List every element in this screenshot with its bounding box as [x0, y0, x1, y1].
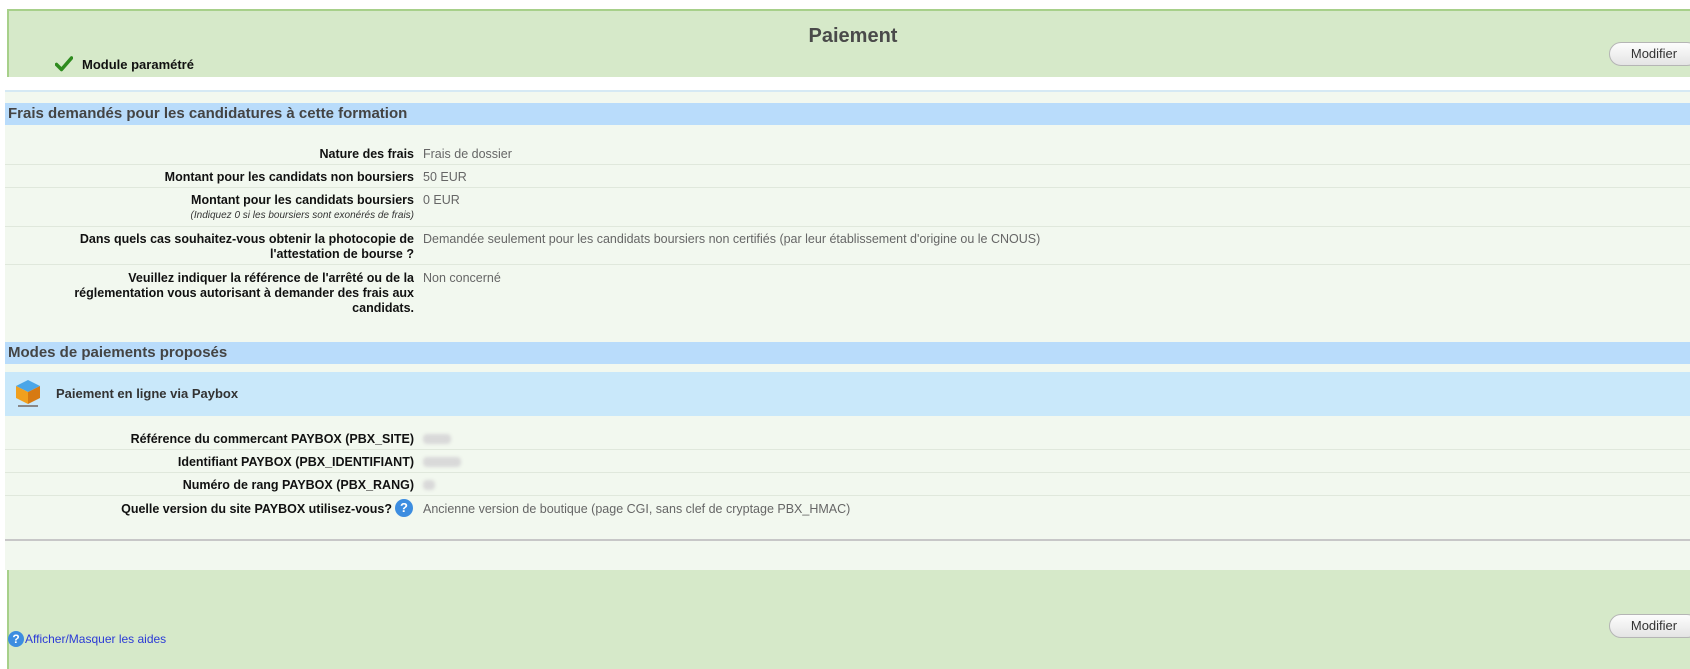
paybox-label: Quelle version du site PAYBOX utilisez-v… — [121, 502, 392, 516]
fee-label: Dans quels cas souhaitez-vous obtenir la… — [79, 232, 414, 261]
paybox-value: Ancienne version de boutique (page CGI, … — [423, 502, 851, 516]
paybox-label: Identifiant PAYBOX (PBX_IDENTIFIANT) — [177, 455, 414, 469]
modify-button-top[interactable]: Modifier — [1609, 42, 1690, 66]
paybox-method-title: Paiement en ligne via Paybox — [56, 386, 239, 401]
paybox-label: Référence du commercant PAYBOX (PBX_SITE… — [130, 432, 414, 446]
modify-button-bottom[interactable]: Modifier — [1609, 614, 1690, 638]
checkmark-icon — [55, 56, 73, 72]
paybox-row-rang: Numéro de rang PAYBOX (PBX_RANG) — [5, 473, 1690, 496]
paybox-row-site: Référence du commercant PAYBOX (PBX_SITE… — [5, 427, 1690, 450]
fee-row-nature: Nature des frais Frais de dossier — [5, 142, 1690, 165]
paybox-row-identifiant: Identifiant PAYBOX (PBX_IDENTIFIANT) — [5, 450, 1690, 473]
fee-value: Demandée seulement pour les candidats bo… — [423, 232, 1041, 246]
toggle-help-label[interactable]: Afficher/Masquer les aides — [25, 632, 166, 646]
paybox-row-version: Quelle version du site PAYBOX utilisez-v… — [5, 496, 1690, 536]
module-header: Paiement Module paramétré — [9, 11, 1690, 84]
paybox-label: Numéro de rang PAYBOX (PBX_RANG) — [182, 478, 414, 492]
help-icon[interactable]: ? — [395, 499, 413, 517]
status-label: Module paramétré — [82, 56, 194, 72]
module-content: Frais demandés pour les candidatures à c… — [5, 77, 1690, 570]
divider — [5, 539, 1690, 541]
fee-row-regulation: Veuillez indiquer la référence de l'arrê… — [5, 265, 1690, 327]
page-title: Paiement — [808, 25, 898, 47]
help-icon: ? — [8, 631, 24, 647]
fee-row-non-scholarship: Montant pour les candidats non boursiers… — [5, 165, 1690, 188]
fee-value: Non concerné — [423, 271, 501, 285]
redacted-value — [423, 480, 435, 490]
payment-section-title: Modes de paiements proposés — [5, 342, 1690, 364]
paybox-method-header: Paiement en ligne via Paybox — [5, 372, 1690, 416]
paybox-logo-icon — [16, 380, 40, 407]
module-status: Module paramétré — [55, 55, 194, 73]
fee-row-certificate: Dans quels cas souhaitez-vous obtenir la… — [5, 227, 1690, 265]
fee-row-scholarship: Montant pour les candidats boursiers (In… — [5, 188, 1690, 227]
fee-value: 50 EUR — [423, 170, 467, 184]
redacted-value — [423, 434, 451, 444]
fee-label: Nature des frais — [319, 147, 414, 161]
fee-value: 0 EUR — [423, 193, 460, 207]
fee-label: Montant pour les candidats boursiers (In… — [190, 193, 414, 221]
fee-value: Frais de dossier — [423, 147, 512, 161]
fee-label: Veuillez indiquer la référence de l'arrê… — [74, 271, 414, 315]
fee-label: Montant pour les candidats non boursiers — [164, 170, 414, 184]
redacted-value — [423, 457, 461, 467]
toggle-help-link[interactable]: ? Afficher/Masquer les aides — [8, 631, 166, 647]
fee-hint: (Indiquez 0 si les boursiers sont exonér… — [190, 210, 414, 221]
fees-section-title: Frais demandés pour les candidatures à c… — [5, 103, 1690, 125]
